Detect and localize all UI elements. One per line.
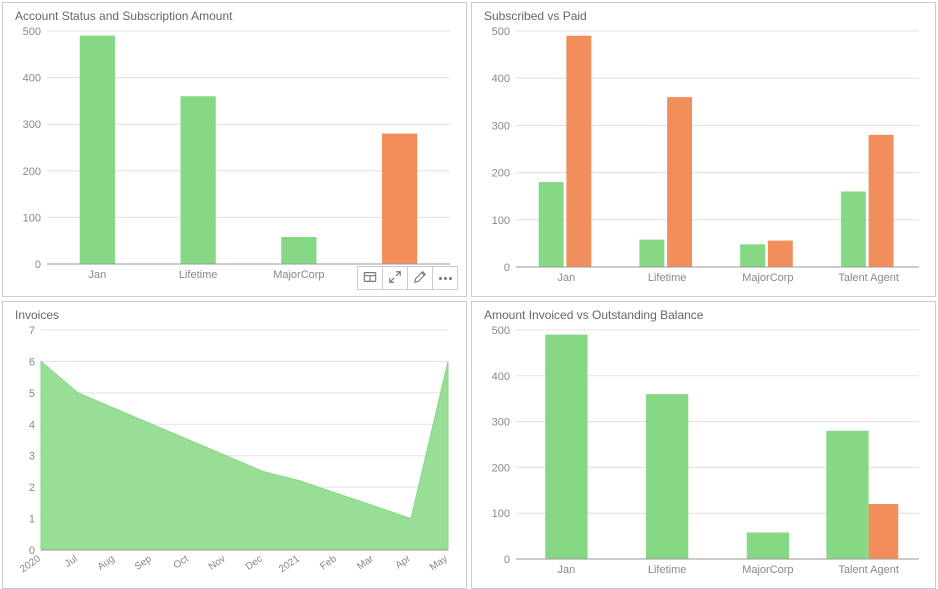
panel-subscribed-vs-paid: Subscribed vs Paid 0 100 200 300 400 500 Jan Li… [471,2,936,297]
svg-text:7: 7 [29,325,35,337]
edit-button[interactable] [407,266,433,290]
svg-text:MajorCorp: MajorCorp [742,564,793,576]
svg-text:Jan: Jan [558,564,576,576]
svg-text:Jan: Jan [558,272,576,284]
svg-text:200: 200 [492,462,510,474]
svg-text:200: 200 [23,166,41,178]
panel-invoiced-vs-outstanding: Amount Invoiced vs Outstanding Balance 0… [471,301,936,589]
svg-text:Talent Agent: Talent Agent [838,564,899,576]
svg-text:Lifetime: Lifetime [648,564,687,576]
svg-text:Lifetime: Lifetime [648,272,687,284]
chart-subscribed-vs-paid: 0 100 200 300 400 500 Jan Lifetime MajorCorp Tale… [480,25,927,292]
panel-title: Invoices [11,308,458,322]
svg-text:300: 300 [492,417,510,429]
svg-text:500: 500 [23,26,41,38]
svg-text:300: 300 [492,120,510,132]
svg-text:Jul: Jul [63,553,80,569]
svg-text:Jan: Jan [89,269,107,281]
svg-text:MajorCorp: MajorCorp [742,272,793,284]
expand-icon [388,270,402,287]
svg-text:1: 1 [29,514,35,526]
more-icon [439,277,452,280]
svg-text:5: 5 [29,388,35,400]
svg-text:Lifetime: Lifetime [179,269,218,281]
svg-text:100: 100 [492,215,510,227]
svg-text:400: 400 [492,371,510,383]
svg-text:2020: 2020 [18,553,43,575]
chart-invoiced-vs-outstanding: 0 100 200 300 400 500 Jan Lifetime MajorCorp Tale… [480,324,927,584]
panel-invoices: Invoices 012345672020JulAugSepOctNovDec2… [2,301,467,589]
svg-text:3: 3 [29,451,35,463]
svg-text:100: 100 [23,212,41,224]
svg-text:Aug: Aug [96,553,117,572]
svg-text:300: 300 [23,119,41,131]
chart-invoices: 012345672020JulAugSepOctNovDec2021FebMar… [11,324,458,584]
chart-account-status: 0100200300400500JanLifetimeMajorCorpTale… [11,25,458,292]
svg-text:4: 4 [29,419,35,431]
svg-text:Apr: Apr [394,553,414,571]
svg-text:0: 0 [504,262,510,274]
svg-text:Dec: Dec [244,553,265,572]
svg-text:500: 500 [492,325,510,337]
panel-title: Account Status and Subscription Amount [11,9,458,23]
panel-toolbar [357,266,458,290]
svg-text:400: 400 [492,73,510,85]
svg-text:Nov: Nov [207,553,228,572]
svg-text:6: 6 [29,356,35,368]
svg-text:Mar: Mar [355,553,376,572]
expand-button[interactable] [382,266,408,290]
card-icon [363,270,377,287]
svg-text:2: 2 [29,482,35,494]
svg-text:0: 0 [504,554,510,566]
svg-text:Sep: Sep [133,553,154,572]
svg-text:May: May [428,553,450,573]
widget-settings-button[interactable] [357,266,383,290]
svg-text:Oct: Oct [172,553,191,571]
pencil-icon [413,270,427,287]
more-button[interactable] [432,266,458,290]
svg-text:500: 500 [492,26,510,38]
panel-account-status: Account Status and Subscription Amount 0… [2,2,467,297]
svg-text:100: 100 [492,508,510,520]
svg-text:Talent Agent: Talent Agent [838,272,899,284]
svg-text:400: 400 [23,73,41,85]
panel-title: Amount Invoiced vs Outstanding Balance [480,308,927,322]
svg-text:200: 200 [492,168,510,180]
svg-text:Feb: Feb [318,553,339,572]
panel-title: Subscribed vs Paid [480,9,927,23]
svg-text:MajorCorp: MajorCorp [273,269,324,281]
svg-text:0: 0 [35,259,41,271]
svg-text:2021: 2021 [277,553,302,575]
